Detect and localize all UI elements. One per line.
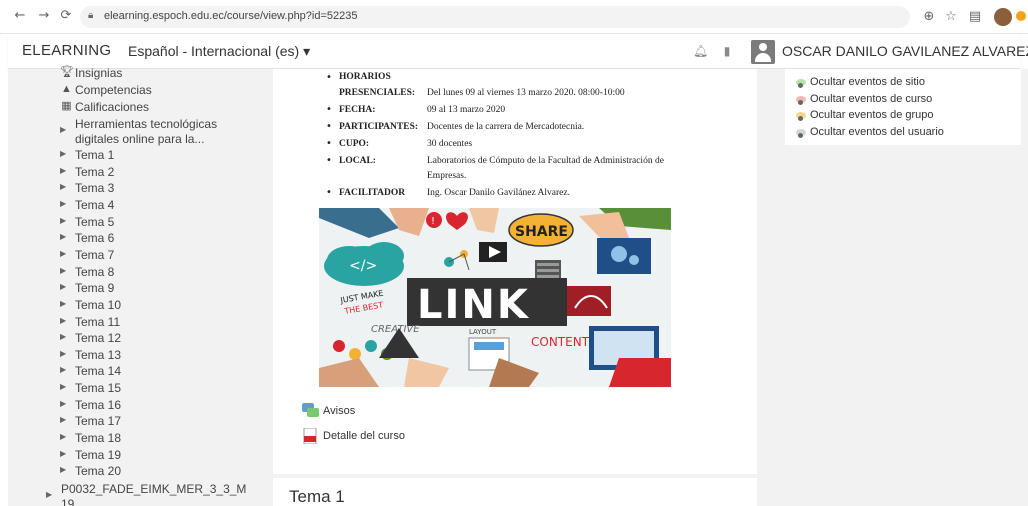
caret-right-icon: ▶ — [60, 248, 67, 258]
link-illustration: </> ! SHARE LINK JUST MAKE THE BEST CREA… — [319, 208, 671, 387]
caret-right-icon: ▶ — [60, 332, 67, 342]
site-navbar: ELEARNING Español - Internacional (es) ▾… — [8, 35, 1028, 69]
content-text: CONTENT — [531, 335, 590, 349]
eye-icon — [796, 112, 806, 121]
caret-right-icon: ▶ — [60, 125, 67, 134]
caret-right-icon: ▶ — [46, 490, 53, 499]
bookmark-star-icon[interactable]: ☆ — [942, 8, 960, 26]
profile-avatar[interactable] — [994, 8, 1012, 26]
address-bar[interactable]: 🔒︎ elearning.espoch.edu.ec/course/view.p… — [80, 6, 910, 28]
messages-icon[interactable]: ▮ — [720, 44, 734, 58]
svg-text:!: ! — [431, 216, 435, 227]
caret-right-icon: ▶ — [60, 298, 67, 308]
reload-icon[interactable]: ⟳ — [58, 8, 74, 24]
info-local-value-2: Empresas. — [427, 171, 467, 181]
eye-icon — [796, 128, 806, 138]
zoom-icon[interactable]: ⊕ — [920, 8, 938, 26]
info-participantes-value: Docentes de la carrera de Mercadotecnia. — [427, 122, 585, 132]
competency-icon: ▲ — [61, 83, 72, 95]
layout-text: LAYOUT — [469, 328, 497, 336]
user-menu[interactable]: OSCAR DANILO GAVILANEZ ALVAREZ ▾ — [782, 43, 1028, 60]
caret-right-icon: ▶ — [60, 415, 67, 425]
user-avatar[interactable] — [751, 40, 775, 64]
resource-avisos-link[interactable]: Avisos — [323, 405, 355, 417]
info-cupo-key: CUPO: — [339, 139, 370, 149]
info-local-value: Laboratorios de Cómputo de la Facultad d… — [427, 156, 664, 166]
section-title: Tema 1 — [289, 487, 345, 506]
caret-right-icon: ▶ — [60, 215, 67, 225]
grades-icon: ▦ — [61, 100, 72, 112]
trophy-icon: 🏆︎ — [60, 66, 74, 78]
caret-right-icon: ▶ — [60, 348, 67, 358]
link-word: LINK — [417, 282, 530, 328]
caret-right-icon: ▶ — [60, 315, 67, 325]
language-menu[interactable]: Español - Internacional (es) ▾ — [128, 43, 310, 60]
site-brand[interactable]: ELEARNING — [22, 42, 111, 59]
caret-right-icon: ▶ — [60, 149, 67, 158]
share-text: SHARE — [515, 224, 568, 240]
info-local-key: LOCAL: — [339, 156, 376, 166]
info-participantes-key: PARTICIPANTES: — [339, 122, 419, 132]
info-facilitador-value: Ing. Oscar Danilo Gavilánez Alvarez. — [427, 188, 570, 198]
notifications-bell-icon[interactable]: 🔔︎ — [693, 44, 708, 58]
caret-right-icon: ▶ — [60, 465, 67, 475]
reading-list-icon[interactable]: ▤ — [966, 8, 984, 26]
info-fecha-key: FECHA: — [339, 105, 376, 115]
url-text: elearning.espoch.edu.ec/course/view.php?… — [104, 10, 358, 22]
caret-right-icon: ▶ — [60, 365, 67, 375]
caret-right-icon: ▶ — [60, 198, 67, 208]
pdf-icon[interactable] — [302, 427, 320, 445]
caret-right-icon: ▶ — [60, 382, 67, 392]
update-icon[interactable] — [1016, 11, 1026, 21]
eye-icon — [796, 95, 806, 105]
svg-text:</>: </> — [349, 258, 377, 274]
caret-right-icon: ▶ — [60, 165, 67, 175]
forum-icon[interactable] — [302, 403, 320, 419]
back-icon[interactable]: ← — [12, 8, 28, 24]
caret-right-icon: ▶ — [60, 432, 67, 442]
tema1-section-card — [273, 478, 757, 506]
browser-toolbar: ← → ⟳ 🔒︎ elearning.espoch.edu.ec/course/… — [0, 0, 1028, 34]
lock-icon: 🔒︎ — [88, 10, 94, 21]
info-horarios-value: Del lunes 09 al viernes 13 marzo 2020. 0… — [427, 88, 625, 98]
forward-icon[interactable]: → — [36, 8, 52, 24]
caret-right-icon: ▶ — [60, 182, 67, 192]
eye-icon — [796, 79, 806, 88]
caret-right-icon: ▶ — [60, 282, 67, 292]
info-horarios-key: HORARIOS — [339, 72, 391, 82]
info-horarios-key2: PRESENCIALES: — [339, 88, 416, 98]
info-fecha-value: 09 al 13 marzo 2020 — [427, 105, 506, 115]
caret-right-icon: ▶ — [60, 448, 67, 458]
course-banner-image: </> ! SHARE LINK JUST MAKE THE BEST CREA… — [319, 208, 671, 387]
caret-right-icon: ▶ — [60, 232, 67, 242]
caret-right-icon: ▶ — [60, 398, 67, 408]
resource-detalle-link[interactable]: Detalle del curso — [323, 430, 405, 442]
info-facilitador-key: FACILITADOR — [339, 188, 406, 198]
caret-right-icon: ▶ — [60, 265, 67, 275]
info-cupo-value: 30 docentes — [427, 139, 473, 149]
